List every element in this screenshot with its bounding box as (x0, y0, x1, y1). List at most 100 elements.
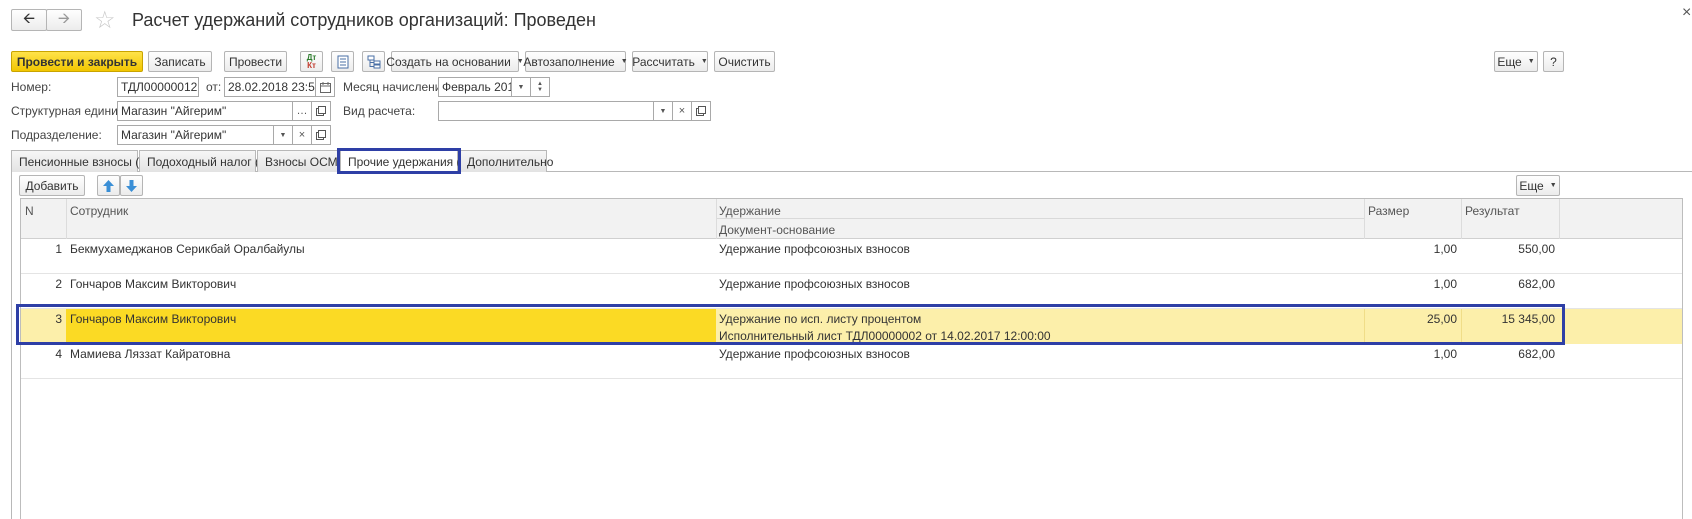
header-employee[interactable]: Сотрудник (70, 204, 128, 218)
post-and-close-button[interactable]: Провести и закрыть (11, 51, 143, 72)
division-open-button[interactable] (312, 125, 331, 145)
back-button[interactable]: 🡨 (11, 9, 47, 31)
forward-button[interactable]: 🡪 (46, 9, 82, 31)
calendar-button[interactable] (316, 77, 335, 97)
move-up-button[interactable] (97, 175, 120, 196)
col-divider (1461, 199, 1462, 239)
header-size[interactable]: Размер (1368, 204, 1409, 218)
ellipsis-icon: … (296, 105, 308, 117)
month-stepper[interactable]: ▲ ▼ (531, 77, 550, 97)
col-divider (66, 199, 67, 239)
dropdown-arrow-icon: ▼ (1527, 58, 1535, 65)
row-deduction: Удержание профсоюзных взносов (719, 347, 910, 361)
date-label: от: (206, 80, 222, 94)
calc-type-field[interactable] (438, 101, 654, 121)
table-header (21, 199, 1682, 239)
row-employee: Бекмухамеджанов Серикбай Оралбайулы (70, 242, 305, 256)
row-size: 1,00 (1433, 347, 1457, 361)
arrow-up-icon (103, 179, 114, 192)
row-deduction: Удержание профсоюзных взносов (719, 277, 910, 291)
arrow-down-icon (126, 179, 137, 192)
row-result: 550,00 (1518, 242, 1555, 256)
row-employee: Мамиева Ляззат Кайратовна (70, 347, 231, 361)
calc-type-dropdown-button[interactable]: ▼ (654, 101, 673, 121)
row-size: 1,00 (1433, 242, 1457, 256)
calendar-icon (319, 81, 331, 93)
header-deduction[interactable]: Удержание (719, 204, 781, 218)
dt-kt-icon: Дт Кт (306, 52, 317, 70)
row-result: 682,00 (1518, 347, 1555, 361)
number-field[interactable]: ТДЛ00000012 (117, 77, 199, 97)
arrow-right-icon: 🡪 (57, 9, 71, 27)
post-button[interactable]: Провести (224, 51, 287, 72)
row-number: 4 (55, 347, 62, 361)
favorite-star-icon[interactable]: ☆ (94, 6, 116, 35)
calc-type-open-button[interactable] (692, 101, 711, 121)
chevron-down-icon: ▼ (659, 107, 667, 115)
add-button[interactable]: Добавить (19, 175, 85, 196)
help-button[interactable]: ? (1543, 51, 1564, 72)
calc-type-label: Вид расчета: (343, 104, 416, 118)
division-field[interactable]: Магазин "Айгерим" (117, 125, 274, 145)
month-field[interactable]: Февраль 2018 (438, 77, 512, 97)
clear-button[interactable]: Очистить (714, 51, 775, 72)
calculate-button[interactable]: Рассчитать ▼ (632, 51, 708, 72)
header-divider (716, 218, 1364, 219)
open-window-icon (696, 106, 706, 116)
dropdown-arrow-icon: ▼ (1549, 182, 1557, 189)
more-button[interactable]: Еще ▼ (1494, 51, 1538, 72)
table-more-button[interactable]: Еще ▼ (1516, 175, 1560, 196)
tab-additional[interactable]: Дополнительно (459, 150, 553, 172)
calc-type-clear-button[interactable]: × (673, 101, 692, 121)
arrow-left-icon: 🡨 (22, 9, 36, 27)
chevron-down-icon: ▼ (279, 131, 287, 139)
page-title: Расчет удержаний сотрудников организаций… (132, 10, 596, 30)
create-based-on-button[interactable]: Создать на основании ▼ (386, 51, 524, 72)
month-label: Месяц начисления: (343, 80, 452, 94)
division-clear-button[interactable]: × (293, 125, 312, 145)
structure-button[interactable] (362, 51, 385, 72)
deductions-table[interactable]: N Сотрудник Удержание Документ-основание… (20, 198, 1683, 519)
header-n[interactable]: N (25, 204, 34, 218)
chevron-down-icon: ▼ (517, 83, 525, 91)
number-label: Номер: (11, 80, 52, 94)
report-button[interactable] (331, 51, 354, 72)
row-number: 1 (55, 242, 62, 256)
row-size: 1,00 (1433, 277, 1457, 291)
unit-field[interactable]: Магазин "Айгерим" (117, 101, 293, 121)
col-divider (1364, 199, 1365, 239)
dropdown-arrow-icon: ▼ (620, 58, 628, 65)
unit-open-button[interactable] (312, 101, 331, 121)
chevron-down-icon: ▼ (537, 87, 543, 93)
close-icon[interactable]: × (1682, 4, 1691, 22)
report-icon (337, 55, 348, 68)
tab-income-tax[interactable]: Подоходный налог (5) (139, 150, 270, 172)
unit-select-button[interactable]: … (293, 101, 312, 121)
tab-osms[interactable]: Взносы ОСМС (257, 150, 346, 172)
save-button[interactable]: Записать (148, 51, 212, 72)
col-divider (1559, 199, 1560, 239)
open-window-icon (316, 130, 326, 140)
hierarchy-icon (367, 55, 380, 68)
month-dropdown-button[interactable]: ▼ (512, 77, 531, 97)
tab-pension[interactable]: Пенсионные взносы (5) (11, 150, 150, 172)
dt-kt-button[interactable]: Дт Кт (300, 51, 323, 72)
header-result[interactable]: Результат (1465, 204, 1520, 218)
autofill-button[interactable]: Автозаполнение ▼ (523, 51, 628, 72)
date-field[interactable]: 28.02.2018 23:59:59 (224, 77, 316, 97)
header-base-doc[interactable]: Документ-основание (719, 223, 835, 237)
row-highlight-frame (16, 304, 1565, 345)
row-number: 2 (55, 277, 62, 291)
tab-highlight-frame (337, 148, 461, 174)
clear-x-icon: × (298, 129, 306, 141)
division-label: Подразделение: (11, 128, 102, 142)
move-down-button[interactable] (120, 175, 143, 196)
row-result: 682,00 (1518, 277, 1555, 291)
col-divider (716, 199, 717, 239)
open-window-icon (316, 106, 326, 116)
division-dropdown-button[interactable]: ▼ (274, 125, 293, 145)
row-employee: Гончаров Максим Викторович (70, 277, 237, 291)
dropdown-arrow-icon: ▼ (700, 58, 708, 65)
row-deduction: Удержание профсоюзных взносов (719, 242, 910, 256)
clear-x-icon: × (678, 105, 686, 117)
